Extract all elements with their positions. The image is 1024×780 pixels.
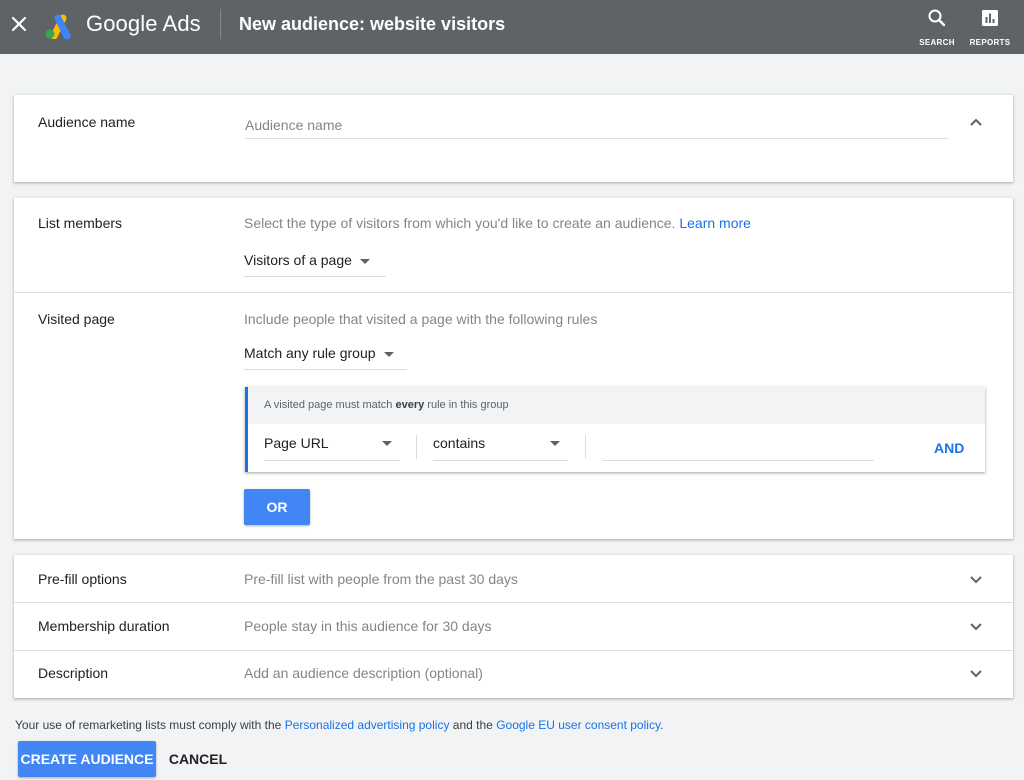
rule-separator [585, 435, 586, 459]
dropdown-arrow-icon [359, 258, 370, 264]
option-value: Pre-fill list with people from the past … [244, 571, 518, 587]
audience-name-label: Audience name [38, 114, 136, 130]
option-row-prefill[interactable]: Pre-fill options Pre-fill list with peop… [14, 555, 1013, 602]
reports-button[interactable]: REPORTS [969, 6, 1011, 47]
page-title: New audience: website visitors [239, 14, 506, 34]
rule-group-header: A visited page must match every rule in … [248, 387, 985, 424]
option-label: Description [38, 665, 109, 681]
rule-operator-dropdown[interactable]: contains [433, 435, 568, 461]
option-label: Pre-fill options [38, 571, 127, 587]
chevron-up-icon[interactable] [968, 115, 984, 131]
close-icon[interactable] [8, 13, 30, 35]
cancel-button[interactable]: CANCEL [160, 741, 236, 777]
search-icon [928, 9, 946, 27]
visitor-type-dropdown[interactable]: Visitors of a page [244, 252, 386, 277]
header-divider [220, 9, 221, 39]
brand-name: Google Ads [86, 11, 201, 36]
reports-icon [982, 10, 998, 26]
rule-field-dropdown[interactable]: Page URL [264, 435, 400, 461]
rule-separator [416, 435, 417, 459]
dropdown-arrow-icon [382, 441, 392, 446]
create-audience-button[interactable]: CREATE AUDIENCE [18, 741, 156, 777]
chevron-down-icon[interactable] [968, 571, 984, 587]
option-row-duration[interactable]: Membership duration People stay in this … [14, 603, 1013, 650]
rule-value-input[interactable] [602, 435, 874, 461]
section-divider [14, 292, 1013, 293]
match-rule-dropdown[interactable]: Match any rule group [244, 345, 407, 370]
search-label: SEARCH [919, 38, 955, 47]
visited-page-helper: Include people that visited a page with … [244, 311, 598, 327]
visited-page-label: Visited page [38, 311, 115, 327]
top-bar: Google Ads New audience: website visitor… [0, 0, 1024, 54]
list-members-helper: Select the type of visitors from which y… [244, 215, 751, 231]
option-value: People stay in this audience for 30 days [244, 618, 492, 634]
or-button[interactable]: OR [244, 489, 310, 525]
list-members-label: List members [38, 215, 123, 231]
search-button[interactable]: SEARCH [916, 6, 958, 47]
eu-consent-policy-link[interactable]: Google EU user consent policy [496, 718, 660, 732]
chevron-down-icon[interactable] [968, 665, 984, 681]
audience-name-card: Audience name [14, 95, 1013, 182]
learn-more-link[interactable]: Learn more [679, 215, 751, 231]
option-value: Add an audience description (optional) [244, 665, 483, 681]
rule-group: A visited page must match every rule in … [245, 387, 985, 472]
rules-card: List members Select the type of visitors… [14, 198, 1013, 539]
chevron-down-icon[interactable] [968, 618, 984, 634]
options-card: Pre-fill options Pre-fill list with peop… [14, 555, 1013, 698]
dropdown-arrow-icon [383, 351, 394, 357]
policy-notice: Your use of remarketing lists must compl… [15, 718, 664, 732]
google-ads-logo-icon [43, 11, 75, 40]
and-button[interactable]: AND [934, 440, 964, 456]
audience-name-input[interactable] [245, 112, 948, 139]
dropdown-arrow-icon [550, 441, 560, 446]
reports-label: REPORTS [969, 38, 1011, 47]
option-row-description[interactable]: Description Add an audience description … [14, 651, 1013, 698]
personalized-ads-policy-link[interactable]: Personalized advertising policy [285, 718, 450, 732]
option-label: Membership duration [38, 618, 170, 634]
